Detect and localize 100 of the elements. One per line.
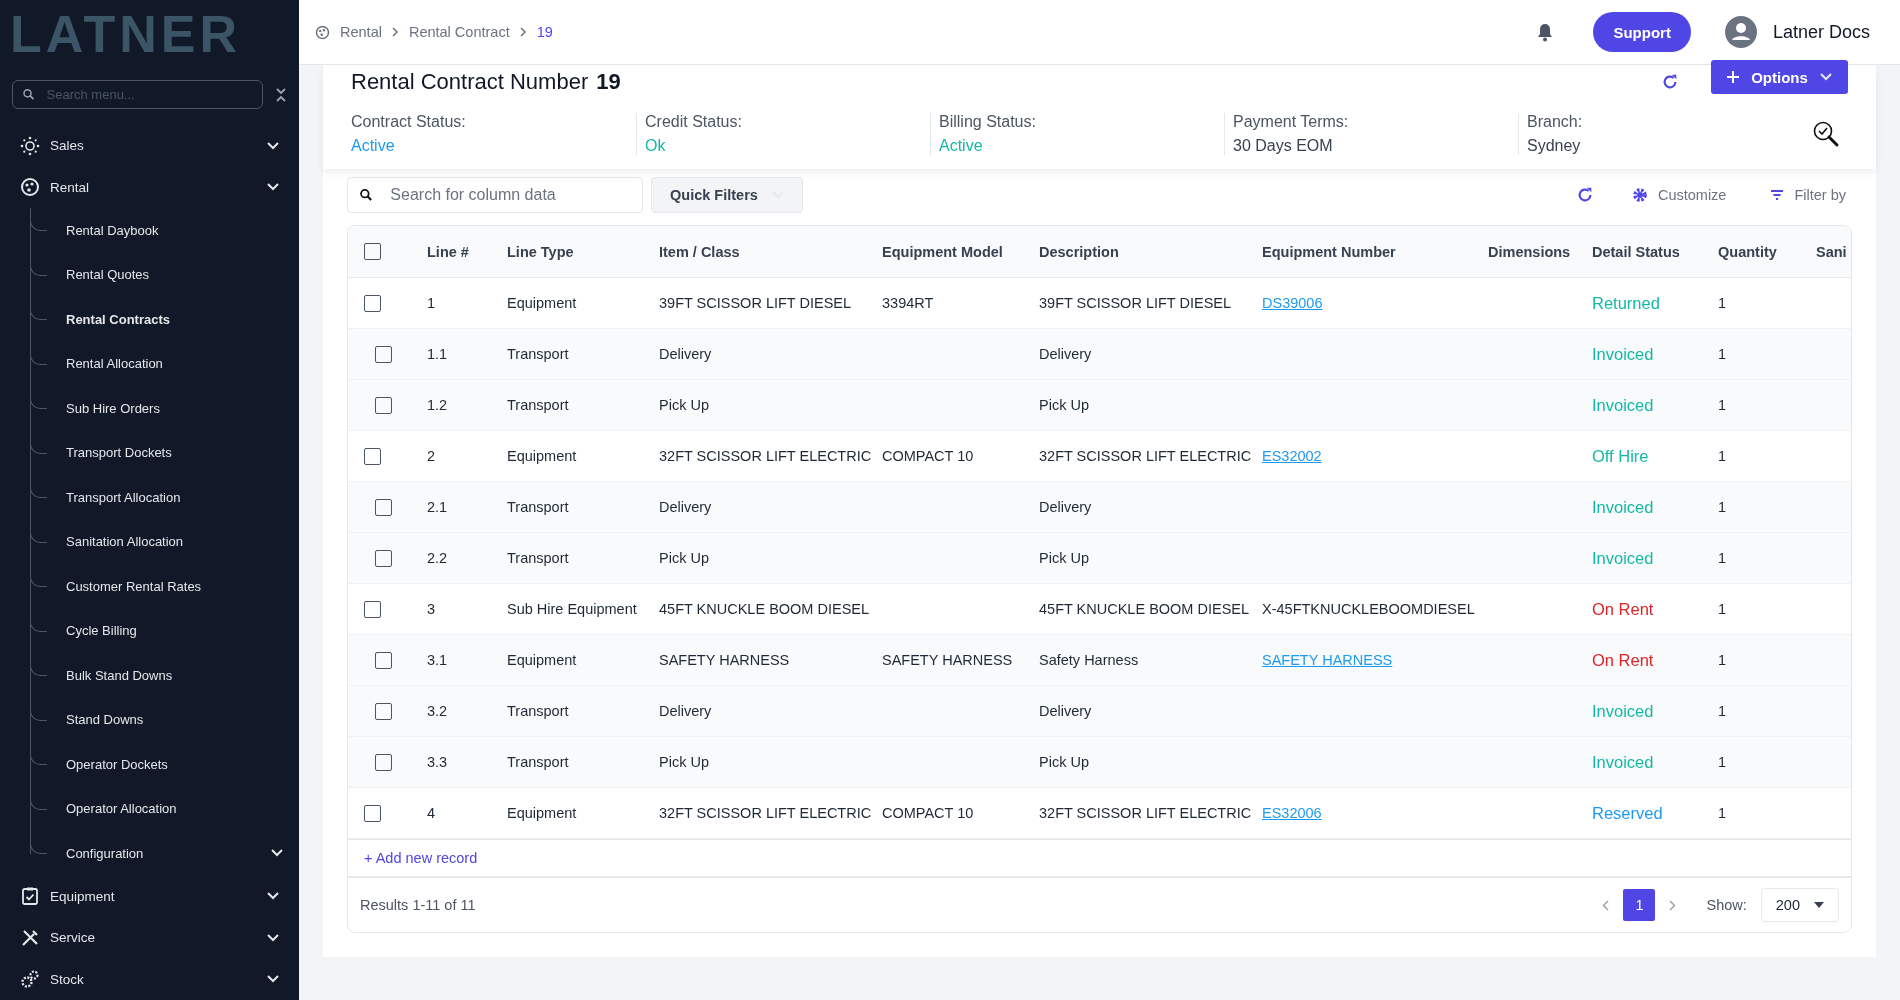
nav-subitem[interactable]: Rental Allocation — [30, 341, 299, 386]
checkbox[interactable] — [364, 447, 381, 465]
table-cell-text: Transport — [506, 754, 570, 770]
palette-icon — [20, 177, 40, 198]
checkbox[interactable] — [375, 498, 392, 516]
table-cell-text: Equipment — [506, 295, 578, 311]
table-cell-text: Pick Up — [1038, 550, 1090, 566]
table-cell-text: Delivery — [1038, 346, 1093, 362]
column-header[interactable]: Line Type — [499, 243, 651, 260]
table-cell-text: 1 — [1717, 499, 1728, 515]
line-number: 4 — [426, 805, 437, 821]
chevron-down-icon — [267, 892, 279, 901]
refresh-icon[interactable] — [1661, 73, 1679, 91]
user-name[interactable]: Latner Docs — [1772, 21, 1870, 43]
table-cell-text: SAFETY HARNESS — [881, 652, 1014, 668]
nav-subitem[interactable]: Bulk Stand Downs — [30, 653, 299, 698]
field-label: Branch: — [1527, 113, 1584, 131]
checkbox[interactable] — [364, 600, 381, 618]
breadcrumb-link[interactable]: 19 — [536, 24, 553, 40]
add-record-link[interactable]: + Add new record — [364, 850, 478, 866]
status-text: Invoiced — [1591, 548, 1655, 568]
filter-button[interactable]: Filter by — [1764, 186, 1852, 204]
column-header[interactable]: Sani — [1808, 243, 1850, 260]
table-cell-text: 1 — [1717, 703, 1728, 719]
column-header[interactable]: Equipment Model — [874, 243, 1031, 260]
line-number: 1.1 — [426, 346, 449, 362]
nav-subitem[interactable]: Transport Dockets — [30, 430, 299, 475]
table-cell-text: Pick Up — [658, 754, 710, 770]
page-size-select[interactable]: 200 — [1760, 888, 1839, 922]
status-text: On Rent — [1591, 599, 1655, 619]
avatar-icon[interactable] — [1724, 16, 1757, 48]
customize-button[interactable]: Customize — [1625, 186, 1733, 204]
nav-item[interactable]: Rental — [0, 166, 299, 208]
support-button[interactable]: Support — [1593, 12, 1691, 52]
breadcrumb-link[interactable]: Rental Contract — [408, 24, 510, 40]
nav-subitem[interactable]: Operator Dockets — [30, 742, 299, 787]
nav-subitem[interactable]: Transport Allocation — [30, 475, 299, 520]
nav-subitem[interactable]: Operator Allocation — [30, 786, 299, 831]
search-field[interactable]: Search menu... — [12, 80, 263, 109]
checkbox[interactable] — [364, 294, 381, 312]
line-number: 2 — [426, 448, 437, 464]
nav-subitem[interactable]: Cycle Billing — [30, 608, 299, 653]
results-count: Results 1-11 of 11 — [360, 897, 476, 913]
nav-item[interactable]: Stock — [0, 958, 299, 1000]
page-button[interactable]: 1 — [1623, 889, 1656, 921]
nav-item[interactable]: Equipment — [0, 875, 299, 917]
sun-icon — [20, 135, 40, 156]
column-header[interactable]: Detail Status — [1584, 243, 1710, 260]
options-button[interactable]: Options — [1711, 60, 1848, 94]
nav-subitem[interactable]: Configuration — [30, 831, 299, 876]
column-header[interactable]: Description — [1031, 243, 1254, 260]
collapse-icon[interactable] — [275, 86, 287, 103]
quick-filters-button[interactable]: Quick Filters — [651, 177, 803, 213]
chevron-down-icon — [267, 933, 279, 942]
chevron-down-icon — [267, 141, 279, 150]
nav-subitem[interactable]: Rental Contracts — [30, 297, 299, 342]
checkbox[interactable] — [375, 396, 392, 414]
table-cell-text: 45FT KNUCKLE BOOM DIESEL — [658, 601, 871, 617]
column-header[interactable]: Line # — [419, 243, 499, 260]
table-cell-text: Transport — [506, 346, 570, 362]
table-cell-text: SAFETY HARNESS — [658, 652, 791, 668]
table-cell-text: 32FT SCISSOR LIFT ELECTRIC — [1038, 448, 1253, 464]
nav-subitem[interactable]: Rental Daybook — [30, 208, 299, 253]
tools-icon — [20, 927, 40, 948]
gears-icon — [20, 969, 40, 990]
field-value: 30 Days EOM — [1233, 137, 1334, 155]
table-cell-text: Safety Harness — [1038, 652, 1140, 668]
table-cell-text: COMPACT 10 — [881, 448, 975, 464]
checkbox[interactable] — [364, 243, 381, 260]
nav-item[interactable]: Service — [0, 917, 299, 959]
line-number: 2.1 — [426, 499, 449, 515]
breadcrumb-link[interactable]: Rental — [340, 24, 382, 40]
search-check-icon[interactable] — [1812, 120, 1840, 148]
bell-icon[interactable] — [1537, 22, 1554, 42]
search-icon — [360, 188, 373, 202]
nav-subitem[interactable]: Customer Rental Rates — [30, 564, 299, 609]
checkbox[interactable] — [375, 549, 392, 567]
column-header[interactable]: Dimensions — [1480, 243, 1584, 260]
nav-item[interactable]: Sales — [0, 125, 299, 167]
nav-subitem[interactable]: Rental Quotes — [30, 252, 299, 297]
nav-subitem[interactable]: Stand Downs — [30, 697, 299, 742]
checkbox[interactable] — [375, 702, 392, 720]
column-header[interactable]: Item / Class — [651, 243, 874, 260]
nav-subitem[interactable]: Sub Hire Orders — [30, 386, 299, 431]
checkbox[interactable] — [375, 651, 392, 669]
checkbox[interactable] — [375, 753, 392, 771]
table-cell-text: Equipment — [506, 805, 578, 821]
table-cell-text: Transport — [506, 499, 570, 515]
status-text: Invoiced — [1591, 344, 1655, 364]
field-value: Sydney — [1527, 137, 1582, 155]
table-cell-text: Transport — [506, 703, 570, 719]
search-input[interactable]: Search menu... — [44, 86, 252, 103]
checkbox[interactable] — [364, 804, 381, 822]
logo: LATNER — [9, 6, 242, 62]
column-header[interactable]: Quantity — [1710, 243, 1808, 260]
checkbox[interactable] — [375, 345, 392, 363]
chevron-right-icon — [519, 27, 527, 37]
nav-subitem[interactable]: Sanitation Allocation — [30, 519, 299, 564]
table-cell-text: 1 — [1717, 754, 1728, 770]
column-header[interactable]: Equipment Number — [1254, 243, 1480, 260]
